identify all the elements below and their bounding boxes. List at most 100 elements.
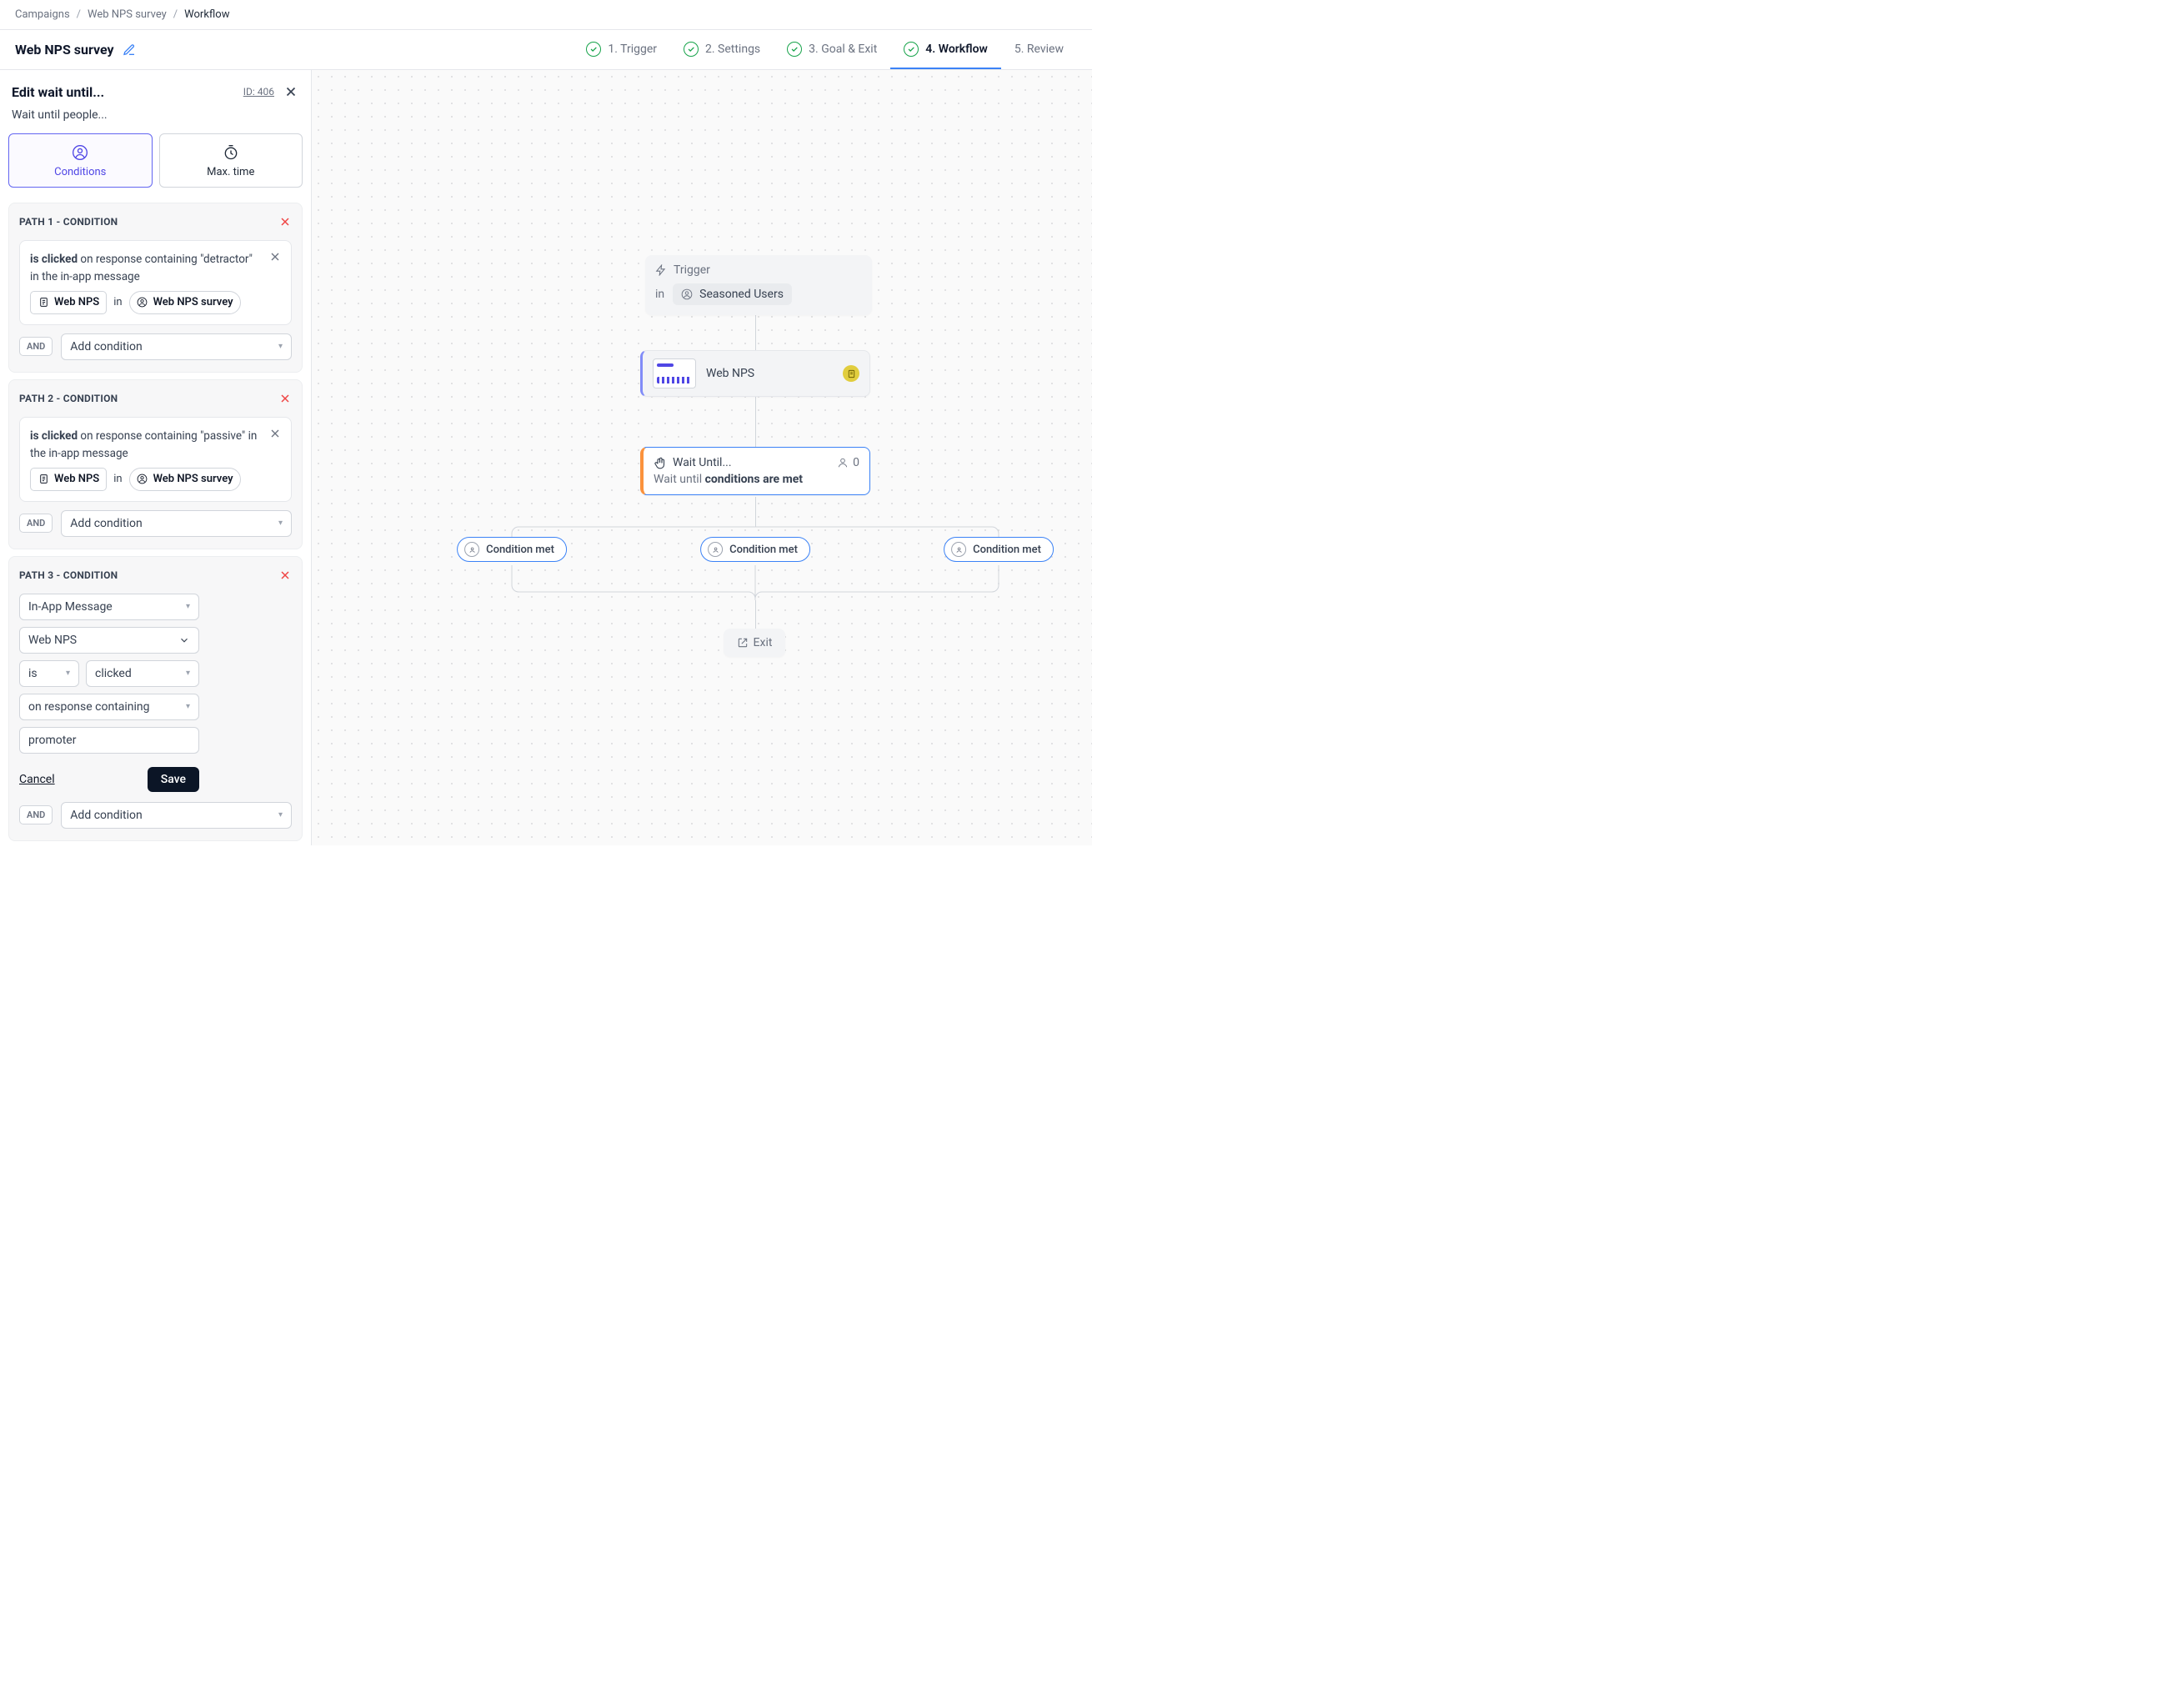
wizard-step[interactable]: 1. Trigger — [573, 30, 670, 69]
branch-pill-2[interactable]: Condition met — [700, 537, 810, 562]
connector — [755, 397, 756, 447]
connector — [755, 600, 756, 629]
node-content-web-nps[interactable]: Web NPS — [640, 350, 870, 397]
select-qualifier[interactable]: on response containing▾ — [19, 694, 199, 720]
person-icon — [837, 457, 849, 469]
input-value[interactable]: promoter — [19, 727, 199, 754]
wait-tabs: Conditions Max. time — [0, 133, 311, 196]
add-condition-path-1[interactable]: Add condition▾ — [61, 333, 292, 360]
remove-path-1-icon[interactable] — [278, 215, 292, 228]
wizard-step[interactable]: 4. Workflow — [890, 30, 1001, 69]
and-pill: AND — [19, 805, 53, 824]
message-chip[interactable]: Web NPS — [30, 291, 107, 314]
wait-count: 0 — [853, 456, 859, 469]
wizard-step[interactable]: 2. Settings — [670, 30, 774, 69]
doc-icon — [38, 474, 49, 485]
select-operator-is[interactable]: is▾ — [19, 660, 79, 687]
condition-card[interactable]: is clicked on response containing "detra… — [19, 240, 292, 325]
and-pill: AND — [19, 337, 53, 356]
hand-icon — [654, 457, 666, 469]
select-operator-clicked[interactable]: clicked▾ — [86, 660, 199, 687]
trigger-label: Trigger — [674, 263, 710, 277]
campaign-chip[interactable]: Web NPS survey — [129, 468, 241, 491]
check-icon — [684, 42, 699, 57]
people-circle-icon — [137, 297, 148, 308]
people-circle-icon — [72, 144, 88, 161]
connector — [755, 497, 756, 527]
breadcrumb-campaigns[interactable]: Campaigns — [15, 8, 70, 21]
check-icon — [787, 42, 802, 57]
page-header: Web NPS survey 1. Trigger 2. Settings 3.… — [0, 30, 1092, 70]
trigger-in: in — [655, 288, 664, 301]
tab-conditions-label: Conditions — [54, 166, 106, 178]
wait-sub-pre: Wait until — [654, 473, 705, 486]
remove-path-2-icon[interactable] — [278, 392, 292, 405]
people-circle-icon — [708, 542, 723, 557]
page-title: Web NPS survey — [15, 42, 114, 58]
path-1-section: PATH 1 - CONDITION is clicked on respons… — [8, 203, 303, 373]
breadcrumb-survey[interactable]: Web NPS survey — [88, 8, 167, 21]
breadcrumb-sep: / — [173, 8, 178, 21]
node-exit[interactable]: Exit — [724, 629, 785, 657]
select-message[interactable]: Web NPS — [19, 627, 199, 654]
breadcrumb: Campaigns / Web NPS survey / Workflow — [0, 0, 1092, 30]
remove-path-3-icon[interactable] — [278, 569, 292, 582]
and-pill: AND — [19, 514, 53, 533]
node-wait-until[interactable]: Wait Until... 0 Wait until conditions ar… — [640, 447, 870, 495]
edit-title-icon[interactable] — [123, 43, 136, 57]
segment-chip[interactable]: Seasoned Users — [673, 283, 792, 305]
message-thumbnail — [653, 358, 696, 388]
path-2-section: PATH 2 - CONDITION is clicked on respons… — [8, 379, 303, 549]
panel-title: Edit wait until... — [12, 84, 104, 100]
page-title-wrap: Web NPS survey — [15, 42, 136, 58]
content-name: Web NPS — [706, 367, 833, 380]
main-split: Edit wait until... ID: 406 Wait until pe… — [0, 70, 1092, 845]
edit-panel: Edit wait until... ID: 406 Wait until pe… — [0, 70, 312, 845]
status-badge-icon — [843, 365, 859, 382]
exit-label: Exit — [754, 636, 773, 649]
campaign-chip[interactable]: Web NPS survey — [129, 291, 241, 314]
breadcrumb-workflow: Workflow — [184, 8, 229, 21]
panel-subheading: Wait until people... — [0, 105, 311, 133]
people-circle-icon — [951, 542, 966, 557]
path-2-title: PATH 2 - CONDITION — [19, 393, 118, 404]
add-condition-path-2[interactable]: Add condition▾ — [61, 510, 292, 537]
remove-condition-icon[interactable] — [268, 426, 283, 441]
path-1-title: PATH 1 - CONDITION — [19, 216, 118, 228]
connector — [755, 313, 756, 350]
path-3-form: In-App Message▾ Web NPS is▾ clicked▾ — [19, 594, 199, 795]
message-chip[interactable]: Web NPS — [30, 468, 107, 491]
tab-maxtime[interactable]: Max. time — [159, 133, 303, 188]
people-circle-icon — [464, 542, 479, 557]
wizard-step[interactable]: 5. Review — [1001, 30, 1077, 69]
wizard-step[interactable]: 3. Goal & Exit — [774, 30, 890, 69]
chevron-down-icon — [178, 634, 190, 646]
check-icon — [586, 42, 601, 57]
wizard-steps: 1. Trigger 2. Settings 3. Goal & Exit 4.… — [573, 30, 1077, 69]
path-3-section: PATH 3 - CONDITION In-App Message▾ Web N… — [8, 556, 303, 841]
panel-header: Edit wait until... ID: 406 — [0, 70, 311, 105]
check-icon — [904, 42, 919, 57]
lightning-icon — [655, 264, 667, 276]
panel-id-link[interactable]: ID: 406 — [243, 86, 274, 98]
tab-maxtime-label: Max. time — [207, 166, 254, 178]
node-trigger[interactable]: Trigger in Seasoned Users — [645, 255, 872, 315]
workflow-canvas[interactable]: Trigger in Seasoned Users Web NPS — [312, 70, 1092, 845]
people-circle-icon — [137, 474, 148, 485]
add-condition-path-3[interactable]: Add condition▾ — [61, 802, 292, 829]
external-link-icon — [737, 637, 749, 649]
remove-condition-icon[interactable] — [268, 249, 283, 264]
tab-conditions[interactable]: Conditions — [8, 133, 153, 188]
doc-icon — [38, 297, 49, 308]
branch-pill-1[interactable]: Condition met — [457, 537, 567, 562]
close-panel-icon[interactable] — [283, 83, 299, 100]
condition-card[interactable]: is clicked on response containing "passi… — [19, 417, 292, 502]
save-button[interactable]: Save — [148, 767, 199, 792]
cancel-button[interactable]: Cancel — [19, 773, 55, 786]
branch-pill-3[interactable]: Condition met — [944, 537, 1054, 562]
people-circle-icon — [681, 288, 693, 300]
wait-title: Wait Until... — [673, 456, 732, 469]
wait-sub-bold: conditions are met — [705, 473, 803, 486]
path-3-title: PATH 3 - CONDITION — [19, 569, 118, 581]
select-condition-type[interactable]: In-App Message▾ — [19, 594, 199, 620]
